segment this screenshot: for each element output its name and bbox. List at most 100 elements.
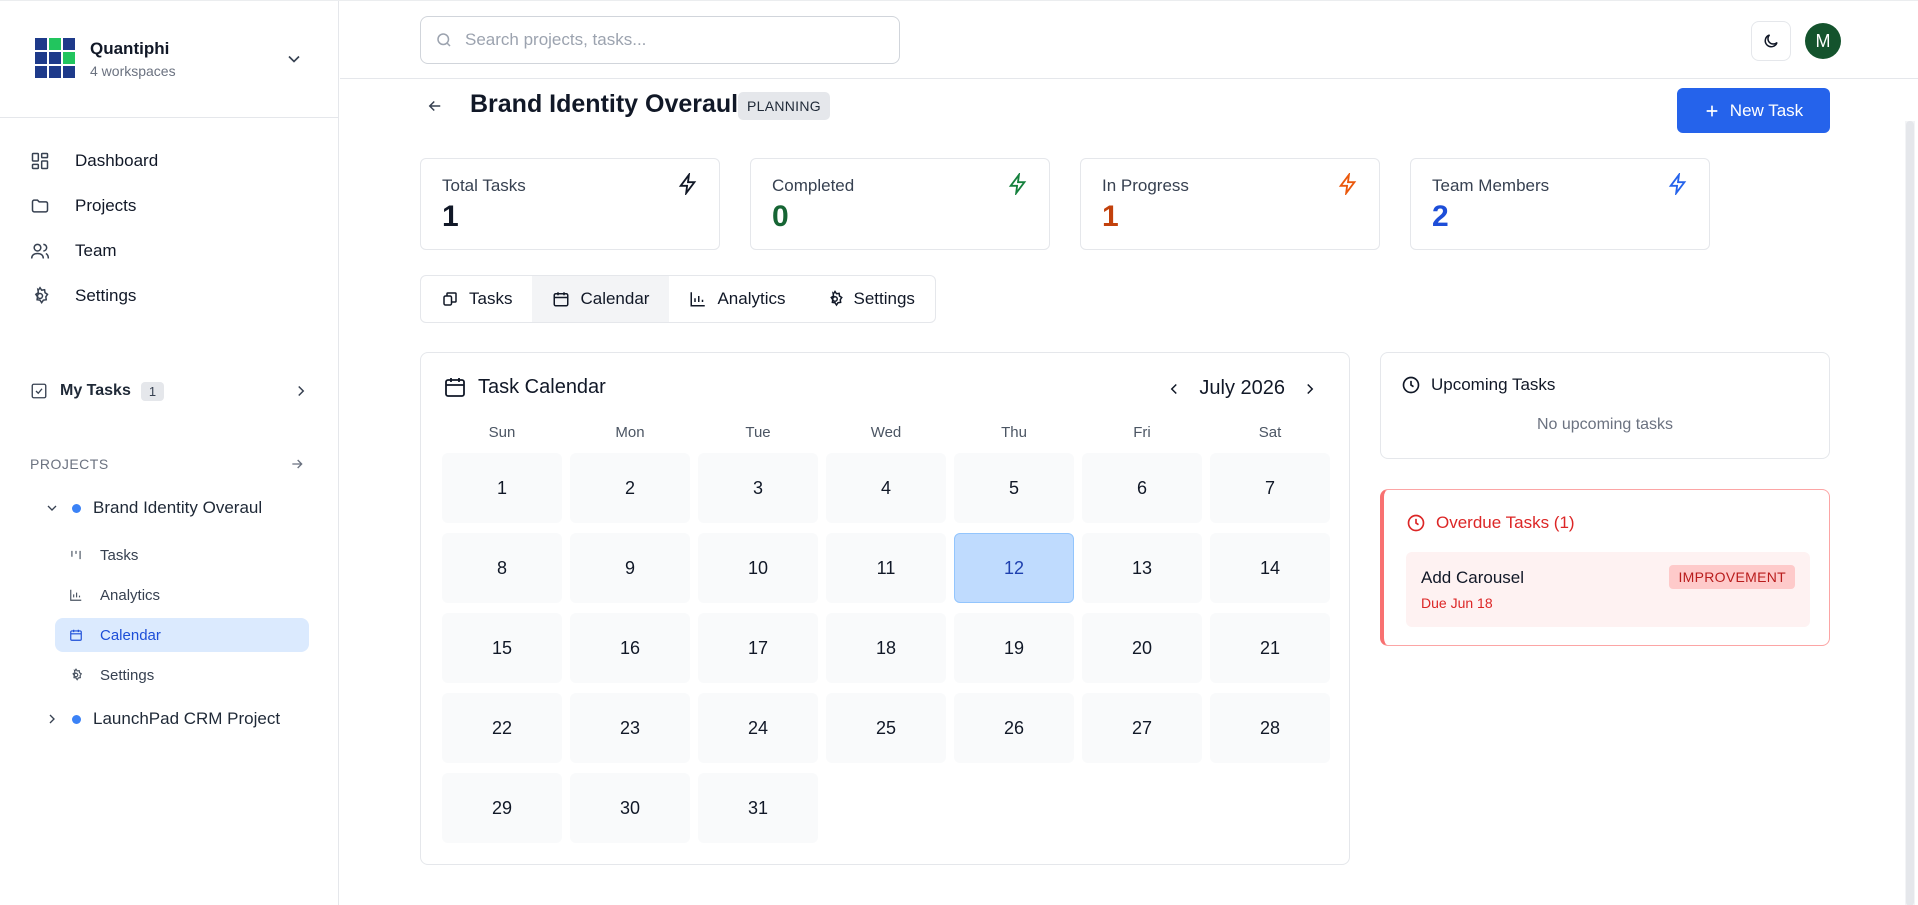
calendar-day[interactable]: 27 [1082,693,1202,763]
calendar-day[interactable]: 2 [570,453,690,523]
task-type-badge: IMPROVEMENT [1669,565,1795,589]
sidebar: Quantiphi 4 workspaces Dashboard Project… [0,1,339,905]
next-month-button[interactable] [1299,378,1321,400]
calendar-day[interactable]: 8 [442,533,562,603]
my-tasks-item[interactable]: My Tasks 1 [30,374,310,408]
project-item-launchpad[interactable]: LaunchPad CRM Project [44,709,280,729]
project-item-brand-identity[interactable]: Brand Identity Overaul [44,498,262,518]
nav-label: Settings [75,286,137,305]
upcoming-header: Upcoming Tasks [1401,375,1555,395]
lightning-icon [1668,173,1687,195]
nav-team[interactable]: Team [30,233,117,269]
calendar-day[interactable]: 19 [954,613,1074,683]
calendar-day[interactable]: 16 [570,613,690,683]
weekday-header: Sun Mon Tue Wed Thu Fri Sat [442,424,1330,441]
calendar-day[interactable]: 21 [1210,613,1330,683]
calendar-day[interactable]: 11 [826,533,946,603]
kanban-icon [443,292,457,306]
arrow-left-icon [428,100,441,112]
stat-card-team-members: Team Members 2 [1410,158,1710,250]
calendar-day[interactable]: 14 [1210,533,1330,603]
lightning-icon [1338,173,1357,195]
my-tasks-count: 1 [140,381,165,401]
chevron-right-icon[interactable] [44,711,60,727]
calendar-day[interactable]: 29 [442,773,562,843]
workspace-logo [35,38,75,78]
plus-icon [1706,105,1718,116]
upcoming-tasks-panel: Upcoming Tasks No upcoming tasks [1380,352,1830,459]
weekday-label: Sun [488,424,516,441]
calendar-day[interactable]: 24 [698,693,818,763]
clock-icon [1402,376,1420,394]
calendar-icon [70,629,82,641]
workspace-switcher[interactable]: Quantiphi 4 workspaces [0,1,339,118]
app-root: Quantiphi 4 workspaces Dashboard Project… [0,0,1918,905]
overdue-title: Overdue Tasks (1) [1436,513,1575,532]
calendar-day[interactable]: 31 [698,773,818,843]
stat-label: Completed [772,176,855,195]
new-task-button[interactable]: New Task [1677,88,1830,133]
calendar-day[interactable]: 1 [442,453,562,523]
page-scrollbar[interactable] [1905,121,1915,905]
overdue-tasks-panel: Overdue Tasks (1) Add Carousel Due Jun 1… [1380,489,1830,646]
calendar-day[interactable]: 10 [698,533,818,603]
project-name: Brand Identity Overaul [93,498,263,517]
tab-tasks[interactable]: Tasks [421,276,532,322]
weekday-label: Fri [1133,424,1151,441]
project-subitem-tasks[interactable]: Tasks [55,538,309,572]
calendar-day[interactable]: 13 [1082,533,1202,603]
search-input[interactable] [465,30,865,50]
search-box[interactable] [420,16,900,64]
calendar-day[interactable]: 18 [826,613,946,683]
project-subitem-analytics[interactable]: Analytics [55,578,309,612]
nav-settings[interactable]: Settings [30,278,136,314]
workspace-name: Quantiphi [90,39,170,58]
calendar-day[interactable]: 20 [1082,613,1202,683]
task-due-date: Due Jun 18 [1421,595,1493,611]
stat-label: Total Tasks [442,176,526,195]
overdue-task-card[interactable]: Add Carousel Due Jun 18 IMPROVEMENT [1406,552,1810,627]
subitem-label: Settings [100,666,155,684]
theme-toggle-button[interactable] [1751,21,1791,61]
workspace-count: 4 workspaces [90,63,176,79]
scrollbar-thumb[interactable] [1906,121,1914,905]
chevron-down-icon[interactable] [44,500,60,516]
project-color-dot [72,503,81,513]
month-navigator: July 2026 [1163,377,1321,400]
nav-dashboard[interactable]: Dashboard [30,143,158,179]
calendar-icon [553,292,569,307]
calendar-day[interactable]: 17 [698,613,818,683]
calendar-day[interactable]: 23 [570,693,690,763]
project-subitem-settings[interactable]: Settings [55,658,309,692]
chevron-down-icon[interactable] [284,49,304,69]
calendar-day[interactable]: 6 [1082,453,1202,523]
calendar-day[interactable]: 26 [954,693,1074,763]
tab-calendar[interactable]: Calendar [532,276,670,322]
calendar-day-today[interactable]: 12 [954,533,1074,603]
tab-settings[interactable]: Settings [806,276,935,322]
nav-projects[interactable]: Projects [30,188,136,224]
calendar-day[interactable]: 3 [698,453,818,523]
calendar-day[interactable]: 22 [442,693,562,763]
tab-label: Calendar [580,289,650,308]
arrow-right-icon[interactable] [289,456,305,472]
calendar-day[interactable]: 5 [954,453,1074,523]
calendar-day[interactable]: 15 [442,613,562,683]
back-button[interactable] [422,93,448,119]
overdue-header: Overdue Tasks (1) [1406,513,1575,533]
calendar-day[interactable]: 4 [826,453,946,523]
status-badge: PLANNING [738,92,830,120]
calendar-day[interactable]: 25 [826,693,946,763]
project-subitem-calendar[interactable]: Calendar [55,618,309,652]
calendar-day[interactable]: 28 [1210,693,1330,763]
dashboard-icon [31,152,49,170]
calendar-day[interactable]: 9 [570,533,690,603]
lightning-icon [678,173,697,195]
tab-analytics[interactable]: Analytics [669,276,805,322]
prev-month-button[interactable] [1163,378,1185,400]
calendar-day[interactable]: 30 [570,773,690,843]
avatar[interactable]: M [1805,23,1841,59]
moon-icon [1764,34,1778,48]
tab-label: Analytics [717,289,786,308]
calendar-day[interactable]: 7 [1210,453,1330,523]
